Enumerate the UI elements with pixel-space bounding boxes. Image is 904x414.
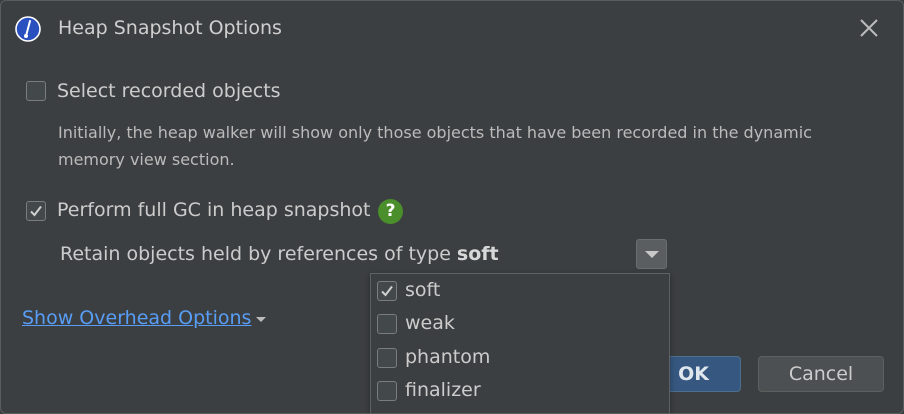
chevron-down-icon[interactable] xyxy=(256,317,266,322)
option-weak-label: weak xyxy=(405,312,455,334)
select-recorded-checkbox[interactable] xyxy=(26,81,46,101)
option-soft-label: soft xyxy=(405,279,441,301)
option-weak-checkbox[interactable] xyxy=(377,314,397,334)
jprofiler-icon xyxy=(15,16,41,42)
select-recorded-description: Initially, the heap walker will show onl… xyxy=(58,123,812,169)
option-finalizer-label: finalizer xyxy=(405,379,481,401)
help-icon[interactable]: ? xyxy=(378,199,403,224)
help-glyph: ? xyxy=(385,201,396,221)
full-gc-checkbox[interactable] xyxy=(26,201,46,221)
retain-dropdown-button[interactable] xyxy=(636,239,667,269)
option-finalizer-checkbox[interactable] xyxy=(377,381,397,401)
retain-selected-value: soft xyxy=(456,243,499,265)
show-overhead-options-link[interactable]: Show Overhead Options xyxy=(22,307,251,329)
option-soft-checkbox[interactable] xyxy=(377,281,397,301)
full-gc-label: Perform full GC in heap snapshot xyxy=(57,199,371,221)
title-bar: Heap Snapshot Options xyxy=(1,1,903,57)
option-phantom-label: phantom xyxy=(405,346,491,368)
option-phantom-checkbox[interactable] xyxy=(377,348,397,368)
heap-snapshot-options-dialog: Heap Snapshot Options Select recorded ob… xyxy=(0,0,904,414)
retain-row: Retain objects held by references of typ… xyxy=(60,243,499,265)
dialog-title: Heap Snapshot Options xyxy=(58,17,282,39)
checkmark-icon xyxy=(30,205,42,217)
option-phantom[interactable]: phantom xyxy=(371,342,669,375)
cancel-button[interactable]: Cancel xyxy=(758,356,884,392)
checkmark-icon xyxy=(381,285,393,297)
option-soft[interactable]: soft xyxy=(371,275,669,308)
close-icon[interactable] xyxy=(857,16,881,40)
retain-label: Retain objects held by references of typ… xyxy=(60,243,451,265)
option-finalizer[interactable]: finalizer xyxy=(371,375,669,408)
select-recorded-label: Select recorded objects xyxy=(57,80,281,102)
option-weak[interactable]: weak xyxy=(371,308,669,341)
reference-type-popup: soft weak phantom finalizer xyxy=(370,273,670,413)
